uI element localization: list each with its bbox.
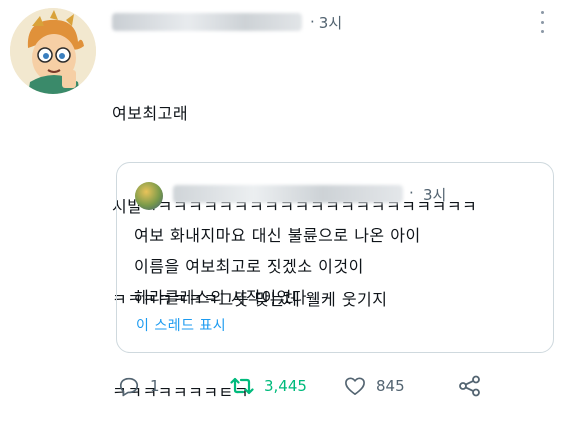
- show-thread-link[interactable]: 이 스레드 표시: [136, 315, 226, 335]
- separator-dot: ·: [409, 184, 414, 202]
- more-icon[interactable]: [535, 11, 549, 33]
- quoted-avatar: [135, 182, 163, 210]
- quoted-text: 여보 화내지마요 대신 불륜으로 나온 아이 이름을 여보최고로 짓겠소 이것이…: [134, 220, 543, 313]
- tweet-header: · 3시: [112, 8, 549, 36]
- reply-button[interactable]: 1: [118, 375, 230, 397]
- action-bar: 1 3,445 845: [118, 372, 482, 400]
- separator-dot: ·: [310, 13, 315, 31]
- quoted-line: 여보 화내지마요 대신 불륜으로 나온 아이: [134, 226, 421, 245]
- quoted-blurred-username: [173, 185, 403, 203]
- like-button[interactable]: 845: [344, 376, 458, 396]
- share-button[interactable]: [458, 375, 482, 397]
- tweet-line: 여보최고래: [112, 104, 189, 123]
- reply-icon: [119, 377, 139, 396]
- blurred-username: [112, 13, 302, 31]
- quoted-line: 이름을 여보최고로 짓겠소 이것이: [134, 257, 364, 276]
- retweet-button[interactable]: 3,445: [230, 375, 344, 397]
- tweet-time[interactable]: 3시: [319, 12, 342, 33]
- like-icon: [345, 377, 365, 395]
- avatar[interactable]: [10, 8, 96, 94]
- retweet-count: 3,445: [264, 377, 307, 395]
- quoted-tweet[interactable]: · 3시 여보 화내지마요 대신 불륜으로 나온 아이 이름을 여보최고로 짓겠…: [116, 162, 554, 353]
- quoted-line: 헤라클레스의 시작이였다: [134, 288, 308, 307]
- like-count: 845: [376, 377, 405, 395]
- retweet-icon: [230, 377, 254, 395]
- share-icon: [459, 375, 480, 397]
- reply-count: 1: [150, 377, 160, 395]
- quoted-time: 3시: [423, 186, 447, 204]
- avatar-illustration: [10, 8, 96, 94]
